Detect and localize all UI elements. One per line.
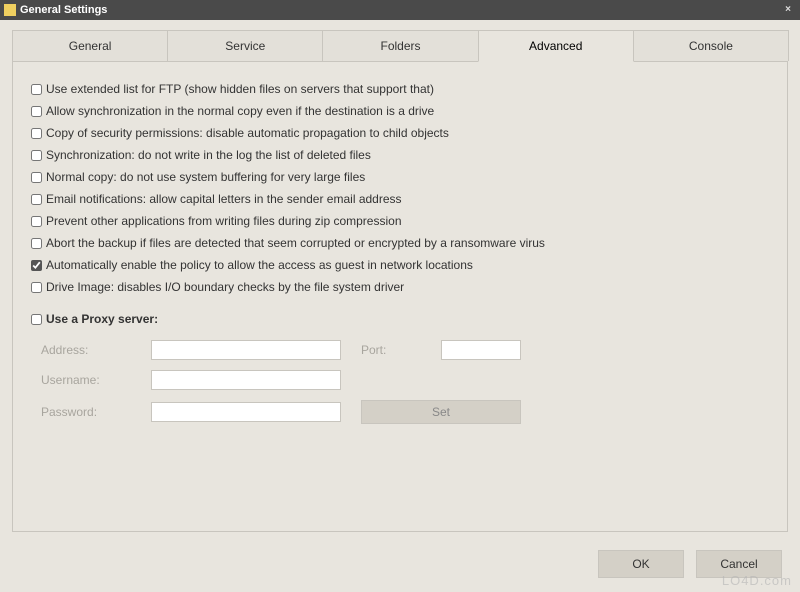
address-input[interactable] [151, 340, 341, 360]
option-checkbox[interactable] [31, 282, 42, 293]
proxy-label: Use a Proxy server: [46, 312, 158, 326]
close-button[interactable]: × [780, 3, 796, 17]
option-row: Copy of security permissions: disable au… [31, 126, 769, 140]
option-row: Prevent other applications from writing … [31, 214, 769, 228]
footer-buttons: OK Cancel [598, 550, 782, 578]
tab-general[interactable]: General [12, 30, 168, 61]
titlebar: General Settings × [0, 0, 800, 20]
option-checkbox[interactable] [31, 172, 42, 183]
option-label: Normal copy: do not use system buffering… [46, 170, 365, 184]
set-button[interactable]: Set [361, 400, 521, 424]
password-input[interactable] [151, 402, 341, 422]
port-label: Port: [361, 343, 421, 357]
option-label: Use extended list for FTP (show hidden f… [46, 82, 434, 96]
password-label: Password: [41, 405, 131, 419]
tab-bar: General Service Folders Advanced Console [12, 30, 788, 62]
window-title: General Settings [20, 4, 780, 16]
port-input[interactable] [441, 340, 521, 360]
option-label: Copy of security permissions: disable au… [46, 126, 449, 140]
option-checkbox[interactable] [31, 194, 42, 205]
options-list: Use extended list for FTP (show hidden f… [31, 82, 769, 294]
option-checkbox[interactable] [31, 128, 42, 139]
tab-console[interactable]: Console [633, 30, 789, 61]
advanced-panel: Use extended list for FTP (show hidden f… [12, 62, 788, 532]
option-row: Use extended list for FTP (show hidden f… [31, 82, 769, 96]
option-checkbox[interactable] [31, 216, 42, 227]
option-label: Drive Image: disables I/O boundary check… [46, 280, 404, 294]
option-label: Automatically enable the policy to allow… [46, 258, 473, 272]
cancel-button[interactable]: Cancel [696, 550, 782, 578]
option-checkbox[interactable] [31, 150, 42, 161]
username-label: Username: [41, 373, 131, 387]
tab-folders[interactable]: Folders [322, 30, 478, 61]
username-input[interactable] [151, 370, 341, 390]
option-checkbox[interactable] [31, 84, 42, 95]
option-row: Drive Image: disables I/O boundary check… [31, 280, 769, 294]
option-label: Allow synchronization in the normal copy… [46, 104, 434, 118]
option-label: Prevent other applications from writing … [46, 214, 402, 228]
option-row: Normal copy: do not use system buffering… [31, 170, 769, 184]
option-checkbox[interactable] [31, 260, 42, 271]
option-row: Allow synchronization in the normal copy… [31, 104, 769, 118]
option-row: Abort the backup if files are detected t… [31, 236, 769, 250]
option-checkbox[interactable] [31, 238, 42, 249]
proxy-grid: Address: Port: Username: Password: Set [41, 340, 769, 424]
tab-service[interactable]: Service [167, 30, 323, 61]
proxy-toggle-row: Use a Proxy server: [31, 312, 769, 326]
option-label: Email notifications: allow capital lette… [46, 192, 402, 206]
dialog-container: General Service Folders Advanced Console… [0, 20, 800, 592]
option-checkbox[interactable] [31, 106, 42, 117]
option-row: Automatically enable the policy to allow… [31, 258, 769, 272]
option-row: Email notifications: allow capital lette… [31, 192, 769, 206]
address-label: Address: [41, 343, 131, 357]
proxy-section: Use a Proxy server: Address: Port: Usern… [31, 312, 769, 424]
ok-button[interactable]: OK [598, 550, 684, 578]
option-label: Abort the backup if files are detected t… [46, 236, 545, 250]
option-row: Synchronization: do not write in the log… [31, 148, 769, 162]
proxy-checkbox[interactable] [31, 314, 42, 325]
tab-advanced[interactable]: Advanced [478, 30, 634, 62]
app-icon [4, 4, 16, 16]
option-label: Synchronization: do not write in the log… [46, 148, 371, 162]
